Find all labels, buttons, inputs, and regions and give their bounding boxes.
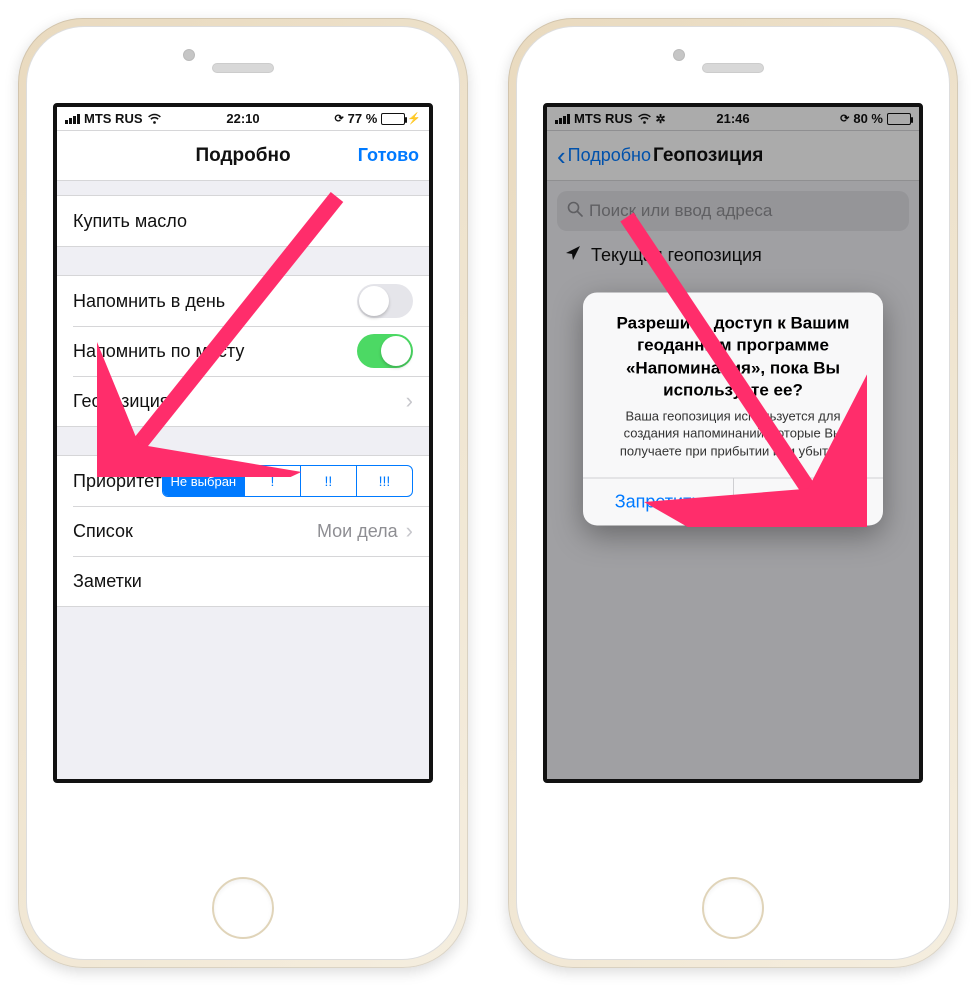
current-location-row[interactable]: Текущая геопозиция [547,231,919,279]
speaker-grille [702,63,764,73]
remind-day-label: Напомнить в день [73,291,225,312]
priority-opt-none[interactable]: Не выбран [163,466,244,496]
wifi-icon [637,112,652,126]
priority-segmented[interactable]: Не выбран ! !! !!! [162,465,413,497]
nav-bar: ‹ Подробно Геопозиция [547,131,919,181]
speaker-grille [212,63,274,73]
status-bar: MTS RUS 22:10 ⟳ 77 % ⚡ [57,107,429,131]
search-field[interactable]: Поиск или ввод адреса [557,191,909,231]
location-arrow-icon [565,245,581,266]
remind-place-switch[interactable] [357,334,413,368]
orientation-lock-icon: ⟳ [840,112,849,125]
phone-body: MTS RUS 22:10 ⟳ 77 % ⚡ Подробно [26,26,460,960]
priority-cell: Приоритет Не выбран ! !! !!! [57,456,429,506]
clock: 21:46 [716,111,749,126]
remind-place-label: Напомнить по месту [73,341,244,362]
search-placeholder: Поиск или ввод адреса [589,201,772,221]
nav-title: Геопозиция [653,145,763,167]
remind-day-switch[interactable] [357,284,413,318]
priority-opt-3[interactable]: !!! [356,466,412,496]
charging-icon: ⚡ [407,112,421,125]
carrier-label: MTS RUS [84,111,143,126]
status-bar: MTS RUS ✲ 21:46 ⟳ 80 % [547,107,919,131]
list-value: Мои дела [317,521,398,542]
alert-message: Ваша геопозиция используется для создани… [583,407,883,478]
battery-icon [887,113,911,125]
carrier-label: MTS RUS [574,111,633,126]
loading-spinner-icon: ✲ [656,112,666,126]
group-meta: Приоритет Не выбран ! !! !!! Список Мои … [57,455,429,607]
iphone-mockup-right: MTS RUS ✲ 21:46 ⟳ 80 % ‹ [508,18,958,968]
list-cell[interactable]: Список Мои дела › [57,506,429,556]
allow-button[interactable]: Разрешить [733,479,884,526]
priority-opt-2[interactable]: !! [300,466,356,496]
deny-button[interactable]: Запретить [583,479,733,526]
orientation-lock-icon: ⟳ [334,112,343,125]
signal-bars-icon [65,114,80,124]
permission-alert: Разрешить доступ к Вашим геоданным прогр… [583,293,883,526]
remind-day-cell: Напомнить в день [57,276,429,326]
location-label: Геопозиция [73,391,170,412]
list-label: Список [73,521,133,542]
home-button[interactable] [212,877,274,939]
alert-title: Разрешить доступ к Вашим геоданным прогр… [583,293,883,407]
search-icon [567,201,583,222]
done-button[interactable]: Готово [358,145,419,166]
reminder-title-cell[interactable]: Купить масло [57,196,429,246]
chevron-right-icon: › [406,388,413,414]
current-location-label: Текущая геопозиция [591,245,762,266]
screen-right: MTS RUS ✲ 21:46 ⟳ 80 % ‹ [543,103,923,783]
iphone-mockup-left: MTS RUS 22:10 ⟳ 77 % ⚡ Подробно [18,18,468,968]
battery-percent: 77 % [348,111,378,126]
back-label: Подробно [568,145,651,166]
phone-body: MTS RUS ✲ 21:46 ⟳ 80 % ‹ [516,26,950,960]
screen-left: MTS RUS 22:10 ⟳ 77 % ⚡ Подробно [53,103,433,783]
battery-icon: ⚡ [381,112,421,125]
priority-label: Приоритет [73,471,162,492]
battery-percent: 80 % [853,111,883,126]
front-camera [673,49,685,61]
priority-opt-1[interactable]: ! [244,466,300,496]
front-camera [183,49,195,61]
back-button[interactable]: ‹ Подробно [557,143,651,169]
notes-label: Заметки [73,571,142,592]
signal-bars-icon [555,114,570,124]
home-button[interactable] [702,877,764,939]
wifi-icon [147,112,162,126]
chevron-right-icon: › [406,518,413,544]
group-remind: Напомнить в день Напомнить по месту Геоп… [57,275,429,427]
location-cell[interactable]: Геопозиция › [57,376,429,426]
notes-cell[interactable]: Заметки [57,556,429,606]
nav-bar: Подробно Готово [57,131,429,181]
clock: 22:10 [226,111,259,126]
nav-title: Подробно [195,145,290,167]
reminder-title-text: Купить масло [73,211,187,232]
remind-place-cell: Напомнить по месту [57,326,429,376]
group-title: Купить масло [57,195,429,247]
chevron-left-icon: ‹ [557,143,566,169]
